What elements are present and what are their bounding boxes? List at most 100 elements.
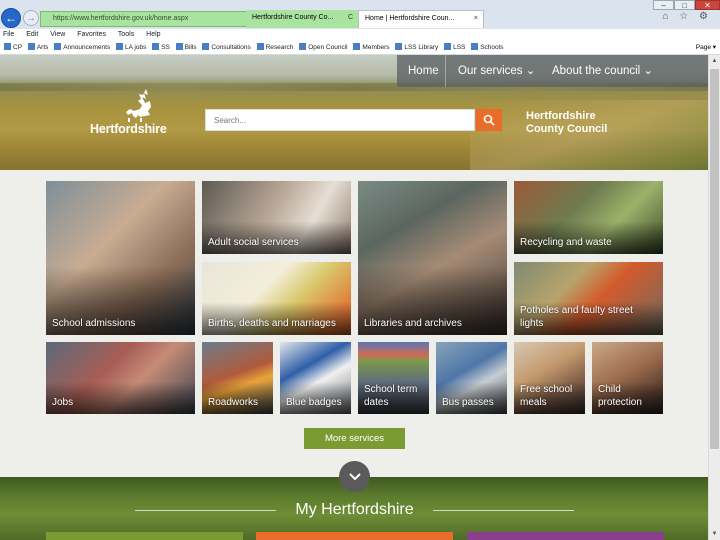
- bookmark-icon: [395, 43, 403, 50]
- tile-roadworks[interactable]: Roadworks: [202, 342, 273, 414]
- nav-home[interactable]: Home: [408, 55, 439, 87]
- fav-consultations[interactable]: Consultations: [202, 41, 251, 54]
- my-panel-orange[interactable]: [256, 532, 453, 540]
- scroll-thumb[interactable]: [710, 69, 719, 449]
- favorites-bar: CP Arts Announcements LA jobs SS Bills C…: [0, 41, 720, 55]
- close-icon[interactable]: ×: [474, 11, 478, 27]
- menu-bar: File Edit View Favorites Tools Help: [0, 29, 720, 41]
- tile-blue-badges[interactable]: Blue badges: [280, 342, 351, 414]
- browser-toolbar: ← → https://www.hertfordshire.gov.uk/hom…: [0, 0, 720, 29]
- arrow-left-icon: ←: [5, 11, 17, 25]
- fav-cp[interactable]: CP: [4, 41, 22, 54]
- menu-tools[interactable]: Tools: [118, 31, 134, 38]
- page-menu[interactable]: Page ▾: [696, 44, 716, 51]
- tile-bus-passes[interactable]: Bus passes: [436, 342, 507, 414]
- fav-lss-library[interactable]: LSS Library: [395, 41, 438, 54]
- chevron-down-icon: [348, 472, 361, 480]
- nav-divider: [445, 55, 446, 87]
- nav-our-services[interactable]: Our services ⌄: [458, 55, 535, 87]
- menu-file[interactable]: File: [3, 31, 14, 38]
- bookmark-icon: [54, 43, 62, 50]
- fav-lss[interactable]: LSS: [444, 41, 465, 54]
- search-button[interactable]: [476, 109, 502, 131]
- tile-adult-social-services[interactable]: Adult social services: [202, 181, 351, 254]
- tile-label: Child protection: [598, 384, 642, 408]
- tab-home[interactable]: Home | Hertfordshire Coun... ×: [358, 10, 484, 28]
- tile-recycling-waste[interactable]: Recycling and waste: [514, 181, 663, 254]
- council-name-line1: Hertfordshire: [526, 110, 596, 122]
- tile-label: Free school meals: [520, 384, 573, 408]
- divider-line: [433, 510, 574, 511]
- tile-libraries-archives[interactable]: Libraries and archives: [358, 181, 507, 335]
- search-box[interactable]: [205, 109, 475, 131]
- fav-open-council[interactable]: Open Council: [299, 41, 348, 54]
- search-input[interactable]: [206, 110, 474, 131]
- menu-favorites[interactable]: Favorites: [77, 31, 106, 38]
- tile-school-term-dates[interactable]: School term dates: [358, 342, 429, 414]
- refresh-icon[interactable]: C: [348, 10, 353, 26]
- tile-label: Blue badges: [286, 396, 342, 408]
- vertical-scrollbar[interactable]: ▲ ▼: [708, 55, 720, 540]
- bookmark-icon: [444, 43, 452, 50]
- window-close-button[interactable]: ✕: [695, 0, 720, 10]
- bookmark-icon: [27, 43, 35, 50]
- tab-label: Hertfordshire County Co...: [252, 14, 334, 21]
- tile-label: Recycling and waste: [520, 236, 612, 248]
- fav-arts[interactable]: Arts: [27, 41, 48, 54]
- top-navigation: Home Our services ⌄ About the council ⌄: [397, 55, 708, 87]
- menu-edit[interactable]: Edit: [26, 31, 38, 38]
- fav-schools[interactable]: Schools: [471, 41, 503, 54]
- command-bar: Page ▾: [692, 41, 716, 54]
- menu-help[interactable]: Help: [146, 31, 160, 38]
- tile-births-deaths-marriages[interactable]: Births, deaths and marriages: [202, 262, 351, 335]
- divider-line: [135, 510, 276, 511]
- my-panel-green[interactable]: [46, 532, 243, 540]
- tile-label: Libraries and archives: [364, 317, 462, 329]
- more-services-button[interactable]: More services: [304, 428, 405, 449]
- tab-label: Home | Hertfordshire Coun...: [365, 15, 455, 22]
- tile-label: Adult social services: [208, 236, 299, 248]
- tile-free-school-meals[interactable]: Free school meals: [514, 342, 585, 414]
- search-icon: [483, 114, 495, 126]
- scroll-down-arrow-icon[interactable]: ▼: [709, 528, 720, 540]
- my-panel-purple[interactable]: [467, 532, 664, 540]
- tile-child-protection[interactable]: Child protection: [592, 342, 663, 414]
- my-hertfordshire-title: My Hertfordshire: [295, 501, 414, 518]
- back-button[interactable]: ←: [1, 8, 21, 28]
- bookmark-icon: [152, 43, 160, 50]
- tile-label: Potholes and faulty street lights: [520, 305, 633, 329]
- minimize-button[interactable]: –: [653, 0, 674, 10]
- nav-about-council[interactable]: About the council ⌄: [552, 55, 653, 87]
- bookmark-icon: [116, 43, 124, 50]
- bookmark-icon: [175, 43, 183, 50]
- bookmark-icon: [353, 43, 361, 50]
- tile-label: Jobs: [52, 396, 74, 408]
- tile-school-admissions[interactable]: School admissions: [46, 181, 195, 335]
- arrow-right-icon: →: [26, 12, 36, 24]
- fav-members[interactable]: Members: [353, 41, 390, 54]
- bookmark-icon: [471, 43, 479, 50]
- scroll-down-button[interactable]: [339, 461, 370, 492]
- home-star-gear-icons[interactable]: ⌂ ☆ ⚙: [662, 11, 712, 22]
- scroll-up-arrow-icon[interactable]: ▲: [709, 55, 720, 67]
- tile-label: Births, deaths and marriages: [208, 317, 336, 329]
- fav-la-jobs[interactable]: LA jobs: [116, 41, 146, 54]
- logo-text[interactable]: Hertfordshire: [90, 122, 167, 136]
- council-name: Hertfordshire County Council: [526, 110, 607, 135]
- tile-potholes-street-lights[interactable]: Potholes and faulty street lights: [514, 262, 663, 335]
- forward-button[interactable]: →: [23, 10, 39, 26]
- fav-research[interactable]: Research: [256, 41, 293, 54]
- tab-hertfordshire-1[interactable]: Hertfordshire County Co... C: [246, 10, 358, 28]
- fav-ss[interactable]: SS: [152, 41, 170, 54]
- tile-jobs[interactable]: Jobs: [46, 342, 195, 414]
- fav-bills[interactable]: Bills: [175, 41, 197, 54]
- maximize-button[interactable]: □: [674, 0, 695, 10]
- bookmark-icon: [4, 43, 11, 50]
- council-name-line2: County Council: [526, 122, 608, 135]
- menu-view[interactable]: View: [50, 31, 65, 38]
- tile-label: Bus passes: [442, 396, 494, 408]
- tile-label: School term dates: [364, 384, 418, 408]
- tile-label: Roadworks: [208, 396, 259, 408]
- fav-announcements[interactable]: Announcements: [54, 41, 110, 54]
- bookmark-icon: [299, 43, 307, 50]
